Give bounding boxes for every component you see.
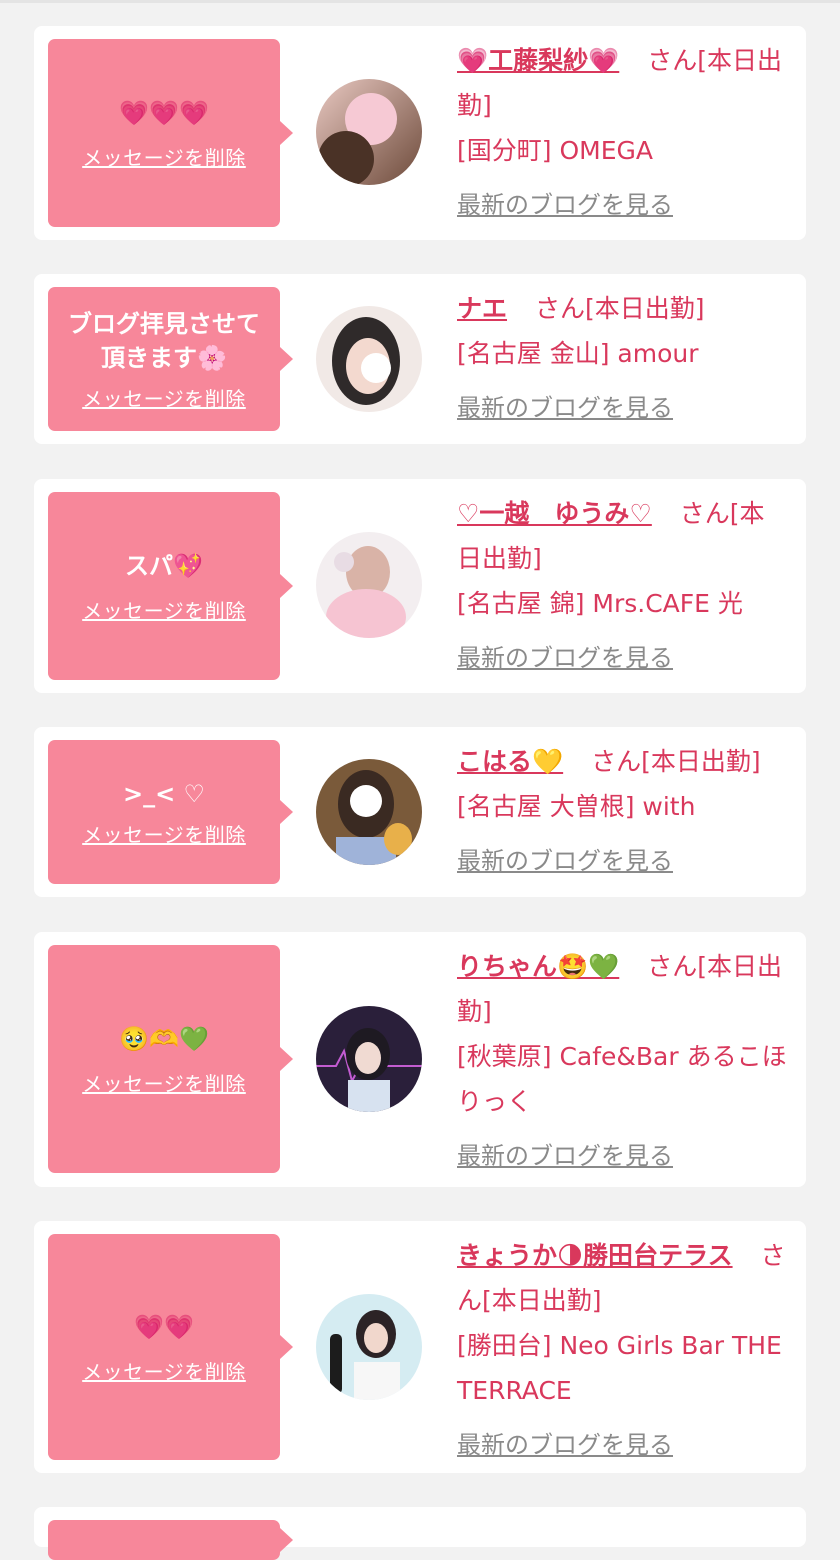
shop-text: [名古屋 錦] Mrs.CAFE 光 [457, 589, 743, 618]
girl-name-link[interactable]: ♡一越 ゆうみ♡ [457, 499, 652, 528]
message-card: 💗💗 メッセージを削除 きょうか🌗勝田台テラス さん[本日出勤] [勝田台] N… [34, 1221, 806, 1473]
message-bubble: 🥹🫶💚 メッセージを削除 [48, 945, 293, 1173]
message-text: 💗💗 [134, 1312, 194, 1341]
girl-info: きょうか🌗勝田台テラス さん[本日出勤] [勝田台] Neo Girls Bar… [457, 1233, 789, 1468]
latest-blog-link[interactable]: 最新のブログを見る [457, 183, 673, 228]
avatar[interactable] [316, 759, 422, 865]
status-text: さん[本日出勤] [591, 747, 761, 776]
shop-text: [国分町] OMEGA [457, 136, 653, 165]
avatar[interactable] [316, 1294, 422, 1400]
shop-text: [勝田台] Neo Girls Bar THE TERRACE [457, 1331, 782, 1405]
delete-message-link[interactable]: メッセージを削除 [82, 1068, 246, 1097]
message-bubble: スパ💖 メッセージを削除 [48, 492, 293, 680]
girl-info: 💗工藤梨紗💗 さん[本日出勤] [国分町] OMEGA 最新のブログを見る [457, 38, 789, 228]
message-bubble: 💗💗 メッセージを削除 [48, 1234, 293, 1460]
message-bubble: >_< ♡ メッセージを削除 [48, 740, 293, 884]
avatar[interactable] [316, 1006, 422, 1112]
girl-name-link[interactable]: ナエ [457, 294, 507, 323]
girl-info: ナエ さん[本日出勤] [名古屋 金山] amour 最新のブログを見る [457, 286, 789, 431]
girl-name-link[interactable]: こはる💛 [457, 747, 563, 776]
message-text: >_< ♡ [122, 779, 206, 808]
message-bubble: ブログ拝見させて頂きます🌸 メッセージを削除 [48, 287, 293, 431]
message-card: 🥹🫶💚 メッセージを削除 りちゃん🤩💚 さん[本日出勤] [秋葉原] Cafe&… [34, 932, 806, 1187]
message-text: スパ💖 [125, 551, 203, 580]
delete-message-link[interactable]: メッセージを削除 [82, 1356, 246, 1385]
message-card: >_< ♡ メッセージを削除 こはる💛 さん[本日出勤] [名古屋 大曽根] w… [34, 727, 806, 897]
shop-text: [名古屋 大曽根] with [457, 792, 696, 821]
message-card-partial [34, 1507, 806, 1560]
avatar[interactable] [316, 532, 422, 638]
status-text: さん[本日出勤] [534, 294, 705, 323]
message-bubble [48, 1520, 293, 1560]
avatar[interactable] [316, 306, 422, 412]
delete-message-link[interactable]: メッセージを削除 [82, 383, 246, 412]
latest-blog-link[interactable]: 最新のブログを見る [457, 1423, 673, 1468]
shop-text: [名古屋 金山] amour [457, 339, 699, 368]
girl-info: ♡一越 ゆうみ♡ さん[本日出勤] [名古屋 錦] Mrs.CAFE 光 最新の… [457, 491, 789, 681]
latest-blog-link[interactable]: 最新のブログを見る [457, 636, 673, 681]
message-card: スパ💖 メッセージを削除 ♡一越 ゆうみ♡ さん[本日出勤] [名古屋 錦] M… [34, 479, 806, 693]
latest-blog-link[interactable]: 最新のブログを見る [457, 839, 673, 884]
delete-message-link[interactable]: メッセージを削除 [82, 595, 246, 624]
message-text: ブログ拝見させて頂きます🌸 [68, 309, 260, 372]
girl-info: りちゃん🤩💚 さん[本日出勤] [秋葉原] Cafe&Bar あるこほりっく 最… [457, 944, 789, 1179]
avatar[interactable] [316, 79, 422, 185]
message-bubble: 💗💗💗 メッセージを削除 [48, 39, 293, 227]
message-card: 💗💗💗 メッセージを削除 💗工藤梨紗💗 さん[本日出勤] [国分町] OMEGA… [34, 26, 806, 240]
shop-text: [秋葉原] Cafe&Bar あるこほりっく [457, 1042, 787, 1116]
delete-message-link[interactable]: メッセージを削除 [82, 819, 246, 848]
girl-name-link[interactable]: りちゃん🤩💚 [457, 952, 619, 981]
message-text: 🥹🫶💚 [119, 1024, 209, 1053]
message-text: 💗💗💗 [119, 98, 209, 127]
girl-name-link[interactable]: きょうか🌗勝田台テラス [457, 1241, 733, 1270]
girl-info: こはる💛 さん[本日出勤] [名古屋 大曽根] with 最新のブログを見る [457, 739, 789, 884]
latest-blog-link[interactable]: 最新のブログを見る [457, 386, 673, 431]
latest-blog-link[interactable]: 最新のブログを見る [457, 1134, 673, 1179]
girl-name-link[interactable]: 💗工藤梨紗💗 [457, 46, 619, 75]
delete-message-link[interactable]: メッセージを削除 [82, 142, 246, 171]
message-card: ブログ拝見させて頂きます🌸 メッセージを削除 ナエ さん[本日出勤] [名古屋 … [34, 274, 806, 444]
top-divider [0, 0, 840, 3]
